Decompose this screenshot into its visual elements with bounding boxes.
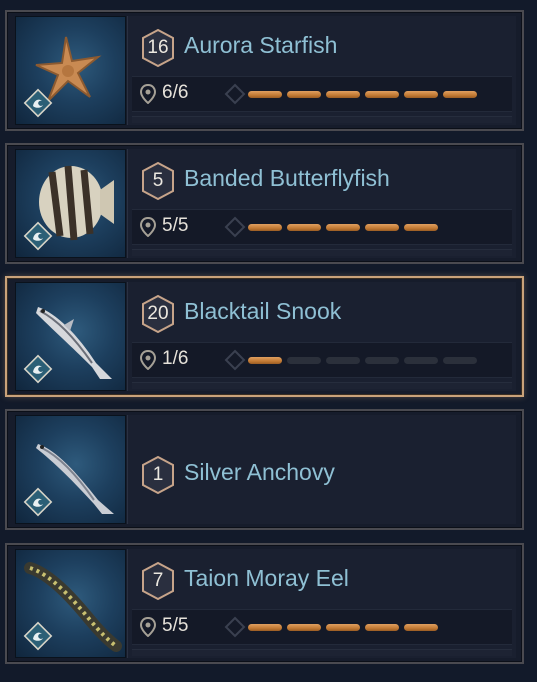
water-wave-icon	[23, 487, 53, 517]
fish-thumbnail	[15, 282, 126, 391]
hexagon-level-badge: 20	[140, 294, 176, 334]
row-footer	[132, 116, 512, 123]
progress-pip-filled	[326, 624, 360, 631]
fish-info-panel: 1 Silver Anchovy	[127, 415, 516, 524]
fish-card-aurora-starfish[interactable]: 16 Aurora Starfish 6/6	[5, 10, 524, 131]
fish-level: 5	[152, 170, 164, 191]
progress-pip-empty	[404, 357, 438, 364]
fish-info-panel: 5 Banded Butterflyfish 5/5	[127, 149, 516, 258]
water-wave-icon	[23, 354, 53, 384]
fish-level: 16	[147, 37, 169, 58]
progress-pip-filled	[404, 224, 438, 231]
catch-progress-row: 5/5	[132, 609, 512, 645]
progress-pip-filled	[365, 624, 399, 631]
location-pin-icon	[140, 84, 156, 104]
progress-pip-filled	[404, 624, 438, 631]
water-wave-icon	[23, 88, 53, 118]
fish-info-panel: 7 Taion Moray Eel 5/5	[127, 549, 516, 658]
fish-name: Taion Moray Eel	[184, 565, 349, 591]
progress-pip-filled	[287, 91, 321, 98]
progress-pip-empty	[443, 357, 477, 364]
fish-card-blacktail-snook[interactable]: 20 Blacktail Snook 1/6	[5, 276, 524, 397]
progress-pip-filled	[326, 224, 360, 231]
fish-card-banded-butterflyfish[interactable]: 5 Banded Butterflyfish 5/5	[5, 143, 524, 264]
hexagon-level-badge: 7	[140, 561, 176, 601]
progress-pip-filled	[365, 224, 399, 231]
separator-diamond-icon	[224, 83, 246, 105]
fish-info-panel: 16 Aurora Starfish 6/6	[127, 16, 516, 125]
title-row: 7 Taion Moray Eel	[136, 557, 512, 601]
fish-name: Aurora Starfish	[184, 32, 338, 58]
catch-count: 5/5	[162, 615, 189, 636]
catch-progress-bar	[248, 357, 477, 365]
fish-info-panel: 20 Blacktail Snook 1/6	[127, 282, 516, 391]
progress-pip-filled	[248, 357, 282, 364]
water-wave-icon	[23, 221, 53, 251]
fish-name: Blacktail Snook	[184, 298, 342, 324]
fish-thumbnail	[15, 16, 126, 125]
fish-thumbnail	[15, 149, 126, 258]
fish-card-taion-moray-eel[interactable]: 7 Taion Moray Eel 5/5	[5, 543, 524, 664]
progress-pip-filled	[248, 624, 282, 631]
row-footer	[132, 382, 512, 389]
progress-pip-filled	[443, 91, 477, 98]
title-row: 16 Aurora Starfish	[136, 24, 512, 68]
catch-progress-bar	[248, 91, 477, 99]
catch-count: 5/5	[162, 215, 189, 236]
fish-thumbnail	[15, 415, 126, 524]
progress-pip-filled	[248, 224, 282, 231]
title-row: 1 Silver Anchovy	[136, 451, 512, 495]
catch-progress-row: 6/6	[132, 76, 512, 112]
fish-thumbnail	[15, 549, 126, 658]
location-pin-icon	[140, 217, 156, 237]
location-pin-icon	[140, 617, 156, 637]
row-footer	[132, 649, 512, 656]
title-row: 5 Banded Butterflyfish	[136, 157, 512, 201]
progress-pip-filled	[365, 91, 399, 98]
separator-diamond-icon	[224, 216, 246, 238]
hexagon-level-badge: 1	[140, 455, 176, 495]
water-wave-icon	[23, 621, 53, 651]
fish-level: 20	[147, 303, 169, 324]
progress-pip-filled	[326, 91, 360, 98]
progress-pip-filled	[287, 624, 321, 631]
fish-name: Silver Anchovy	[184, 459, 335, 485]
progress-pip-filled	[248, 91, 282, 98]
fish-card-silver-anchovy[interactable]: 1 Silver Anchovy	[5, 409, 524, 530]
progress-pip-empty	[365, 357, 399, 364]
hexagon-level-badge: 5	[140, 161, 176, 201]
catch-count: 6/6	[162, 82, 189, 103]
progress-pip-filled	[287, 224, 321, 231]
title-row: 20 Blacktail Snook	[136, 290, 512, 334]
separator-diamond-icon	[224, 349, 246, 371]
fish-level: 1	[152, 464, 164, 485]
progress-pip-empty	[326, 357, 360, 364]
separator-diamond-icon	[224, 616, 246, 638]
catch-progress-bar	[248, 224, 438, 232]
fish-name: Banded Butterflyfish	[184, 165, 390, 191]
catch-progress-row: 5/5	[132, 209, 512, 245]
location-pin-icon	[140, 350, 156, 370]
catch-count: 1/6	[162, 348, 189, 369]
catch-progress-row: 1/6	[132, 342, 512, 378]
progress-pip-empty	[287, 357, 321, 364]
catch-progress-bar	[248, 624, 438, 632]
progress-pip-filled	[404, 91, 438, 98]
hexagon-level-badge: 16	[140, 28, 176, 68]
fish-level: 7	[152, 570, 164, 591]
fish-collection-list: 16 Aurora Starfish 6/6 5 Banded Butterfl…	[0, 0, 537, 682]
row-footer	[132, 249, 512, 256]
